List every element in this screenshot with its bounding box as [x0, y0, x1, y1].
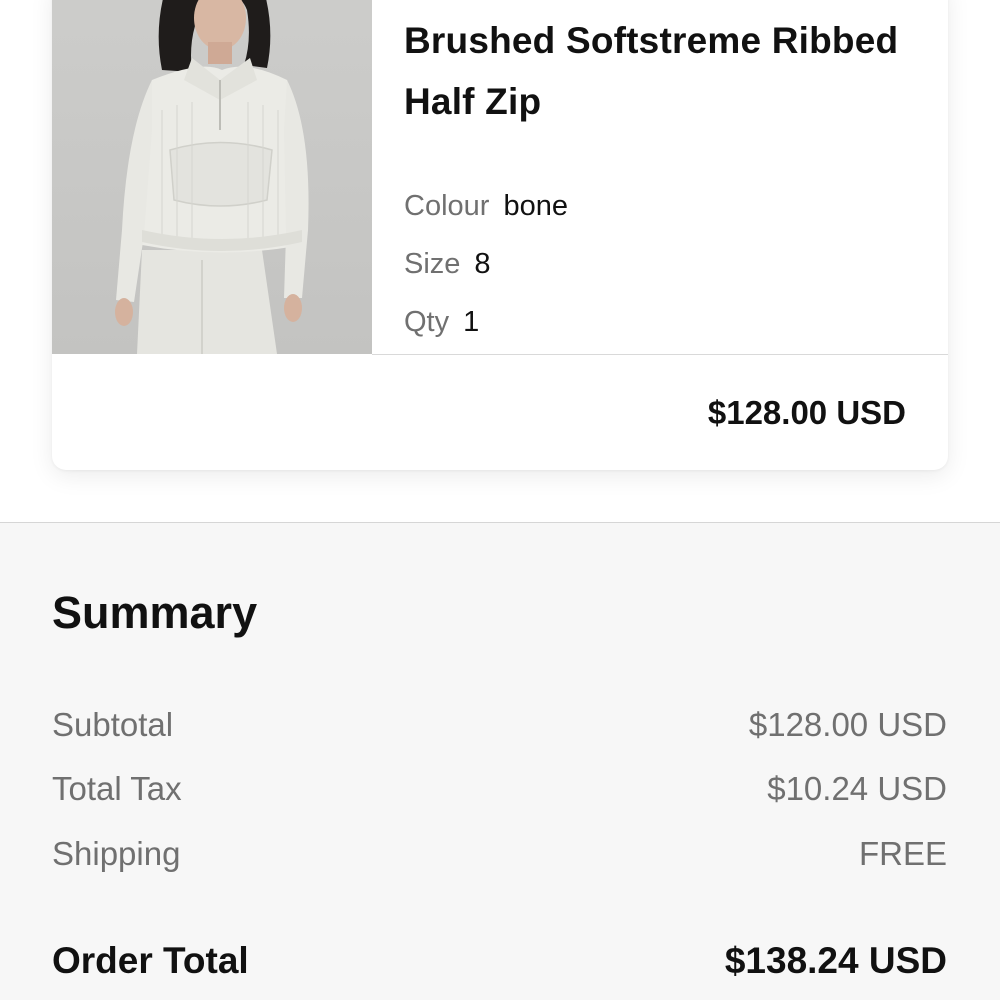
product-qty-row: Qty 1 — [404, 305, 479, 339]
product-colour-row: Colour bone — [404, 189, 568, 223]
qty-label: Qty — [404, 306, 450, 338]
colour-value: bone — [503, 190, 568, 222]
shipping-label: Shipping — [52, 835, 181, 872]
colour-label: Colour — [404, 190, 490, 222]
tax-value: $10.24 USD — [767, 770, 947, 807]
qty-value: 1 — [463, 306, 480, 338]
product-title[interactable]: Brushed Softstreme Ribbed Half Zip — [404, 10, 924, 132]
product-title-line-2: Half Zip — [404, 81, 542, 122]
product-image[interactable] — [52, 0, 372, 354]
order-total-label: Order Total — [52, 940, 249, 981]
tax-row: Total Tax $10.24 USD — [52, 769, 947, 809]
subtotal-value: $128.00 USD — [748, 706, 947, 743]
product-price: $128.00 USD — [707, 394, 906, 431]
size-label: Size — [404, 248, 461, 280]
order-confirmation-page: Brushed Softstreme Ribbed Half Zip Colou… — [0, 0, 1000, 1000]
product-photo-icon — [115, 0, 309, 354]
card-divider — [372, 354, 948, 355]
product-title-line-1: Brushed Softstreme Ribbed — [404, 20, 899, 61]
size-value: 8 — [474, 248, 491, 280]
subtotal-row: Subtotal $128.00 USD — [52, 705, 947, 745]
shipping-row: Shipping FREE — [52, 834, 947, 874]
order-total-row: Order Total $138.24 USD — [52, 941, 947, 981]
shipping-value: FREE — [858, 835, 947, 872]
product-info: Brushed Softstreme Ribbed Half Zip Colou… — [404, 10, 924, 338]
product-size-row: Size 8 — [404, 247, 491, 281]
product-card: Brushed Softstreme Ribbed Half Zip Colou… — [52, 0, 948, 470]
summary-title: Summary — [52, 587, 258, 638]
subtotal-label: Subtotal — [52, 706, 174, 743]
order-total-value: $138.24 USD — [724, 940, 947, 981]
order-summary: Summary Subtotal $128.00 USD Total Tax $… — [0, 522, 1000, 1000]
tax-label: Total Tax — [52, 770, 182, 807]
product-card-top: Brushed Softstreme Ribbed Half Zip Colou… — [52, 0, 948, 354]
